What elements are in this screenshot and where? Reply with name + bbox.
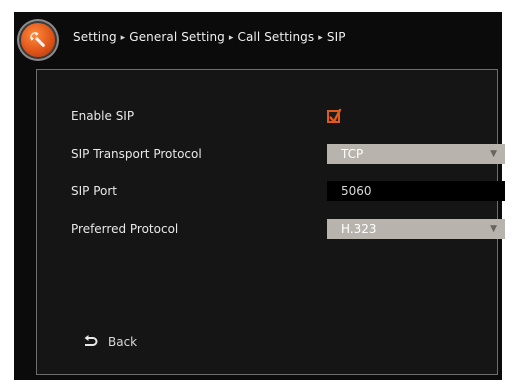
- settings-screen: Setting ▸ General Setting ▸ Call Settings ▸ SI…: [14, 12, 505, 380]
- wrench-icon: [21, 23, 55, 57]
- breadcrumb-separator: ▸: [228, 33, 234, 43]
- enable-sip-row: Enable SIP: [71, 106, 342, 126]
- breadcrumb-item[interactable]: Call Settings: [238, 30, 315, 44]
- breadcrumb: Setting ▸ General Setting ▸ Call Settings ▸ SI…: [73, 30, 346, 44]
- sip-port-value: 5060: [341, 184, 372, 198]
- back-button[interactable]: Back: [82, 334, 137, 350]
- preferred-protocol-select[interactable]: H.323 ▼: [327, 219, 505, 239]
- sip-port-input[interactable]: 5060: [327, 181, 505, 201]
- port-label: SIP Port: [71, 184, 117, 198]
- preferred-protocol-value: H.323: [341, 222, 377, 236]
- transport-label: SIP Transport Protocol: [71, 147, 202, 161]
- back-label: Back: [108, 335, 138, 349]
- port-row: SIP Port 5060: [71, 181, 505, 201]
- breadcrumb-current: SIP: [326, 30, 346, 44]
- checkmark-icon: [329, 108, 342, 123]
- transport-select[interactable]: TCP ▼: [327, 144, 505, 164]
- back-arrow-icon: [84, 335, 98, 346]
- breadcrumb-item[interactable]: Setting: [73, 30, 117, 44]
- enable-sip-label: Enable SIP: [71, 109, 135, 123]
- preferred-row: Preferred Protocol H.323 ▼: [71, 219, 505, 239]
- breadcrumb-item[interactable]: General Setting: [129, 30, 225, 44]
- transport-row: SIP Transport Protocol TCP ▼: [71, 144, 505, 164]
- transport-value: TCP: [341, 147, 364, 161]
- preferred-label: Preferred Protocol: [71, 222, 179, 236]
- breadcrumb-separator: ▸: [318, 33, 323, 43]
- dropdown-arrow-icon: ▼: [490, 149, 497, 159]
- header: Setting ▸ General Setting ▸ Call Settings ▸ SI…: [14, 12, 502, 64]
- enable-sip-checkbox[interactable]: [327, 108, 342, 123]
- dropdown-arrow-icon: ▼: [490, 224, 497, 234]
- settings-panel: Enable SIP SIP Transport Protocol TCP ▼ …: [36, 69, 505, 375]
- breadcrumb-separator: ▸: [120, 33, 126, 43]
